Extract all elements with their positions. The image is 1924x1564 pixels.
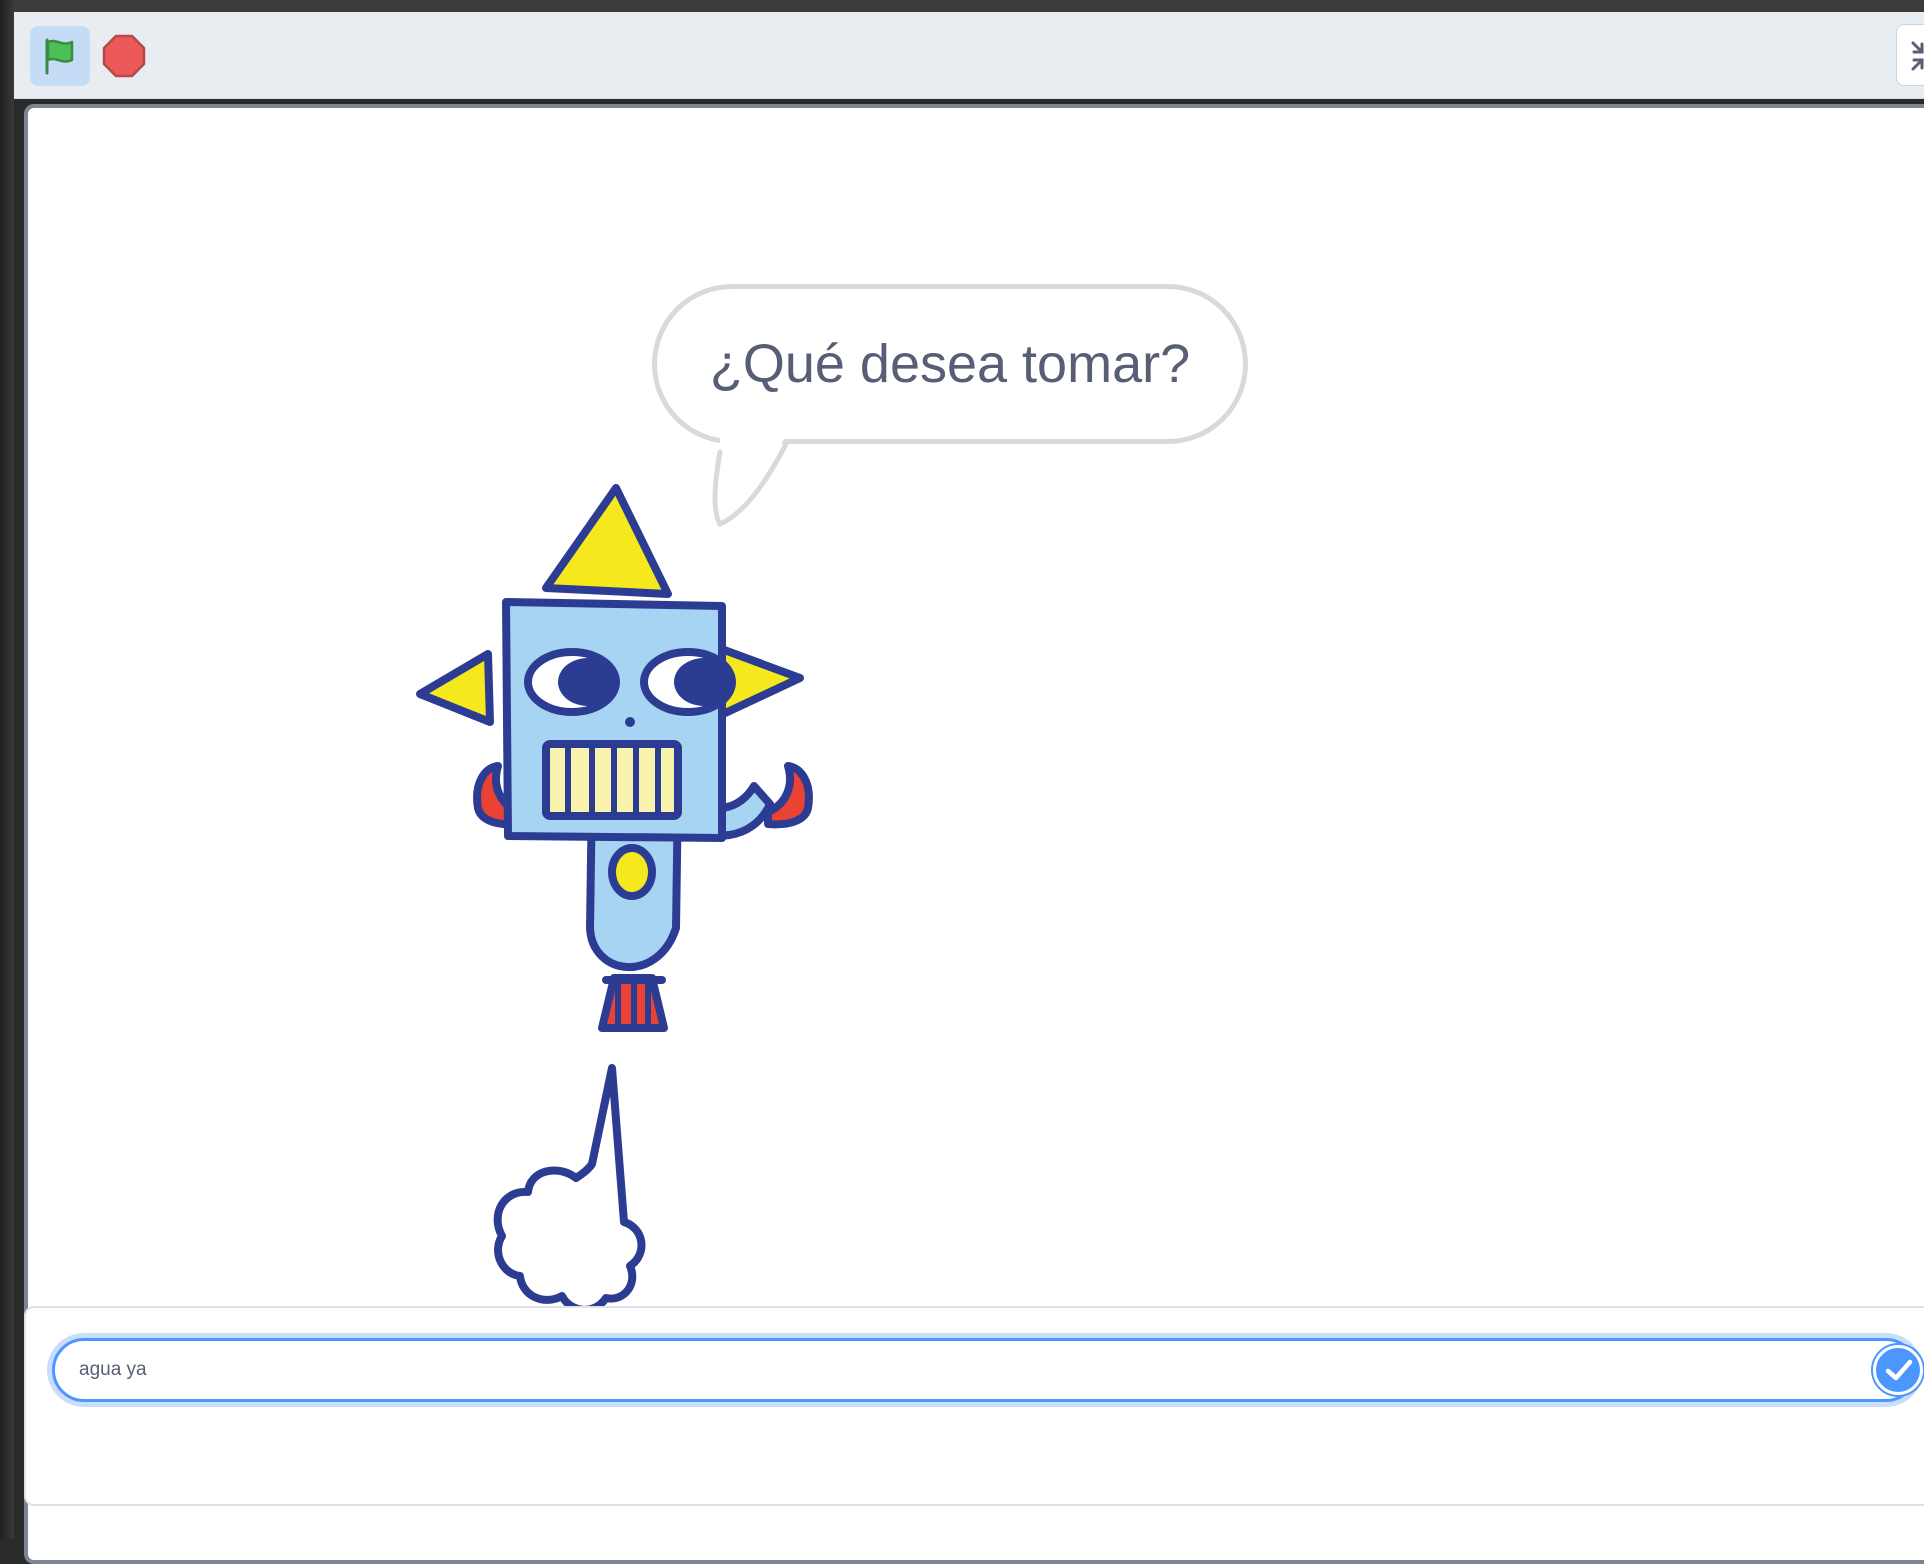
speech-text: ¿Qué desea tomar? — [709, 334, 1191, 394]
exit-fullscreen-button[interactable] — [1896, 24, 1924, 86]
ask-prompt-panel: agua ya — [24, 1306, 1924, 1506]
window-frame-top — [0, 0, 1924, 12]
green-flag-button[interactable] — [30, 26, 90, 86]
green-flag-icon — [45, 38, 74, 75]
stop-button[interactable] — [100, 32, 148, 80]
window-frame-left — [0, 0, 14, 1539]
stop-sign-icon — [102, 34, 146, 78]
exit-fullscreen-icon — [1911, 41, 1924, 71]
checkmark-icon — [1885, 1359, 1913, 1381]
stage-toolbar — [14, 12, 1924, 99]
submit-answer-button[interactable] — [1873, 1345, 1923, 1395]
answer-input[interactable]: agua ya — [52, 1338, 1923, 1402]
answer-input-value[interactable]: agua ya — [79, 1359, 147, 1381]
robot-sprite[interactable] — [388, 484, 908, 1344]
speech-bubble: ¿Qué desea tomar? — [652, 284, 1248, 444]
